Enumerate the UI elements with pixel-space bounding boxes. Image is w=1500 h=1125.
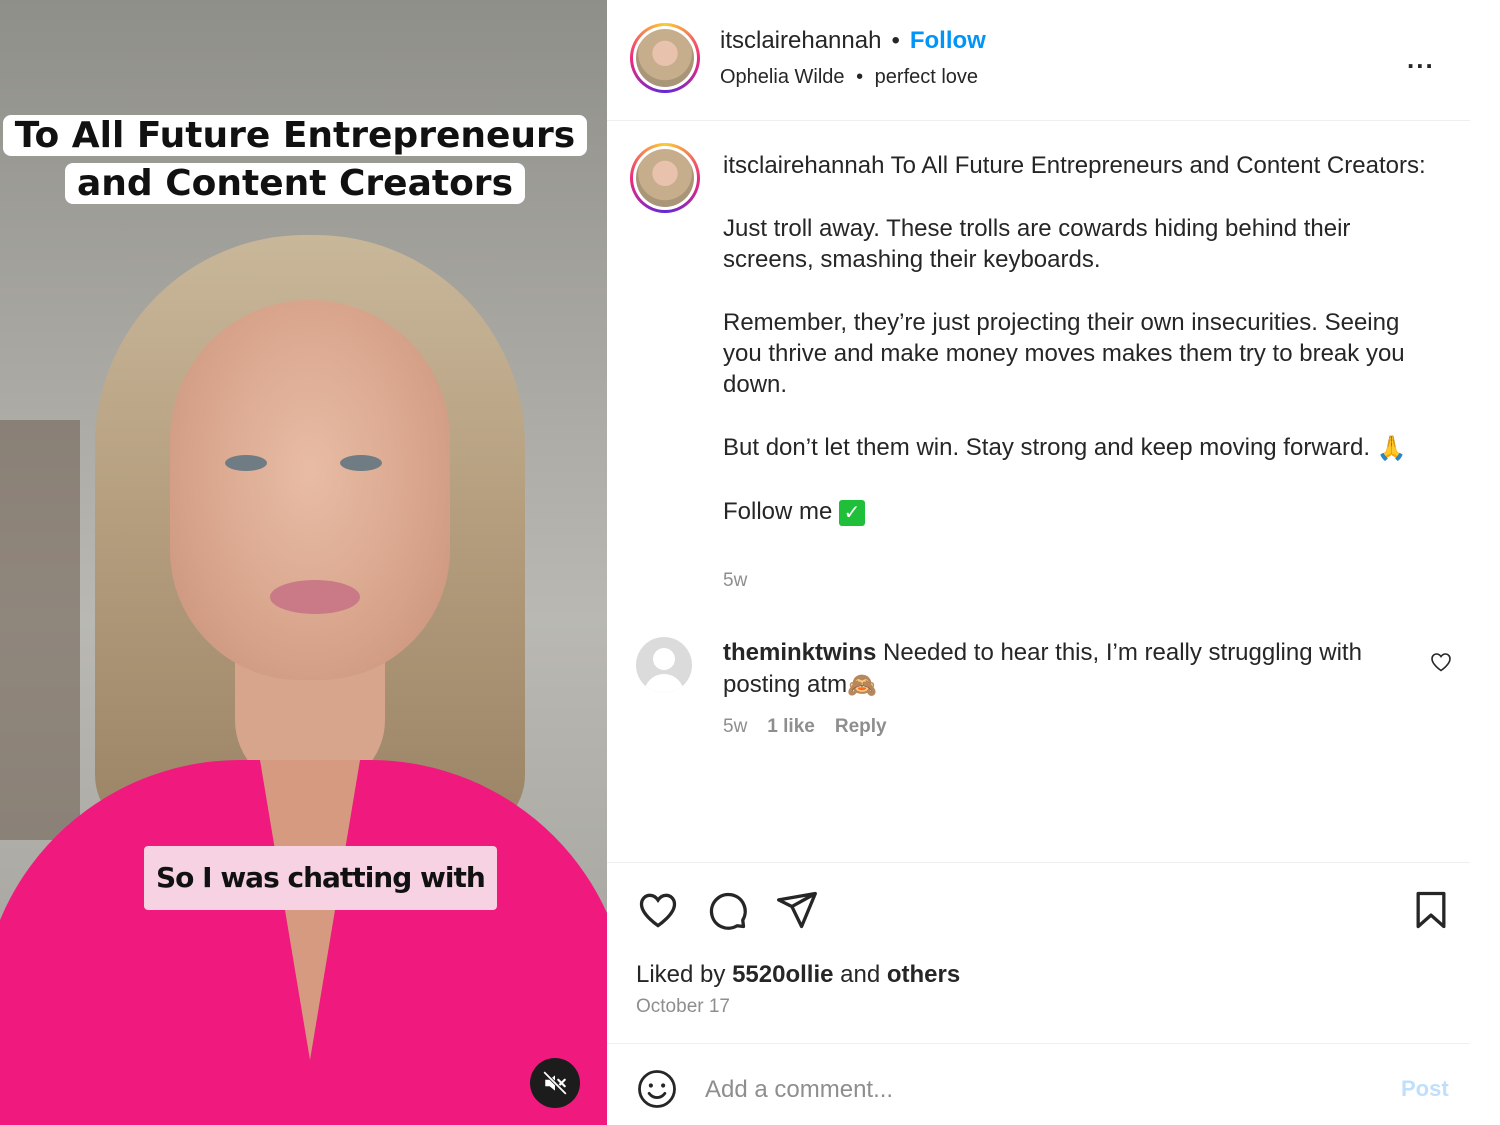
caption-paragraph-1: Just troll away. These trolls are coward… xyxy=(723,215,1351,273)
caption-paragraph-4: Follow me xyxy=(723,498,833,526)
send-icon xyxy=(777,891,817,929)
comment-like-count[interactable]: 1 like xyxy=(767,716,815,738)
post-caption: itsclairehannah To All Future Entreprene… xyxy=(723,150,1433,559)
mute-button[interactable] xyxy=(530,1058,580,1108)
liked-by-others[interactable]: others xyxy=(887,961,960,988)
audio-track[interactable]: perfect love xyxy=(875,66,978,88)
comment-meta: 5w 1 like Reply xyxy=(723,716,887,738)
commenter-username[interactable]: theminktwins xyxy=(723,639,876,666)
comment-icon xyxy=(709,892,747,930)
comment-timestamp[interactable]: 5w xyxy=(723,716,747,738)
comment-button[interactable] xyxy=(705,888,749,937)
header-divider xyxy=(607,120,1470,121)
commenter-avatar[interactable] xyxy=(636,637,692,693)
speaker-muted-icon xyxy=(543,1071,567,1095)
heart-icon xyxy=(639,893,677,928)
caption-timestamp[interactable]: 5w xyxy=(723,570,747,592)
likes-summary: Liked by 5520ollie and others xyxy=(636,960,960,990)
heart-icon xyxy=(1431,653,1451,672)
more-options-button[interactable]: ... xyxy=(1407,44,1435,75)
liked-by-user[interactable]: 5520ollie xyxy=(732,961,833,988)
caption-username[interactable]: itsclairehannah xyxy=(723,152,884,179)
audio-separator: • xyxy=(856,66,864,88)
see-no-evil-monkey-emoji: 🙈 xyxy=(847,671,877,699)
caption-author-avatar[interactable] xyxy=(630,143,700,213)
bookmark-icon xyxy=(1416,891,1446,929)
audio-info: Ophelia Wilde • perfect love xyxy=(720,64,978,90)
footer-divider xyxy=(607,1043,1470,1044)
video-person-lips xyxy=(270,580,360,614)
share-button[interactable] xyxy=(775,888,819,937)
post-header: itsclairehannah • Follow xyxy=(720,26,986,56)
add-comment-input[interactable] xyxy=(705,1068,1355,1112)
post-comment-button[interactable]: Post xyxy=(1401,1076,1449,1102)
caption-paragraph-2: Remember, they’re just projecting their … xyxy=(723,309,1405,398)
post-video[interactable]: To All Future Entrepreneurs and Content … xyxy=(0,0,607,1125)
smiley-icon xyxy=(638,1070,676,1108)
comment-like-button[interactable] xyxy=(1429,650,1453,679)
comment-reply-button[interactable]: Reply xyxy=(835,716,887,738)
author-username[interactable]: itsclairehannah xyxy=(720,27,881,54)
comments-divider xyxy=(607,862,1470,863)
video-person-eye-right xyxy=(340,455,382,471)
caption-paragraph-3: But don’t let them win. Stay strong and … xyxy=(723,434,1371,461)
follow-button[interactable]: Follow xyxy=(910,27,986,54)
save-button[interactable] xyxy=(1409,888,1453,937)
likes-prefix: Liked by xyxy=(636,961,726,988)
check-mark-emoji: ✓✅ xyxy=(839,499,866,526)
video-title-caption: To All Future Entrepreneurs and Content … xyxy=(0,112,590,208)
emoji-picker-button[interactable] xyxy=(636,1068,678,1115)
caption-intro: To All Future Entrepreneurs and Content … xyxy=(890,152,1426,179)
likes-and: and xyxy=(840,961,881,988)
video-subtitle: So I was chatting with xyxy=(144,846,497,910)
post-details-panel: itsclairehannah • Follow Ophelia Wilde • p… xyxy=(607,0,1470,1125)
video-title-line1: To All Future Entrepreneurs xyxy=(2,115,588,156)
video-person-face xyxy=(170,300,450,680)
video-background xyxy=(0,420,80,840)
audio-artist[interactable]: Ophelia Wilde xyxy=(720,66,845,88)
separator-dot: • xyxy=(891,27,900,54)
post-date[interactable]: October 17 xyxy=(636,996,730,1018)
video-person-eye-left xyxy=(225,455,267,471)
author-avatar[interactable] xyxy=(630,23,700,93)
like-button[interactable] xyxy=(636,888,680,937)
praying-hands-emoji: 🙏 xyxy=(1376,435,1407,463)
comment-body: theminktwins Needed to hear this, I’m re… xyxy=(723,637,1403,702)
video-title-line2: and Content Creators xyxy=(64,163,525,204)
